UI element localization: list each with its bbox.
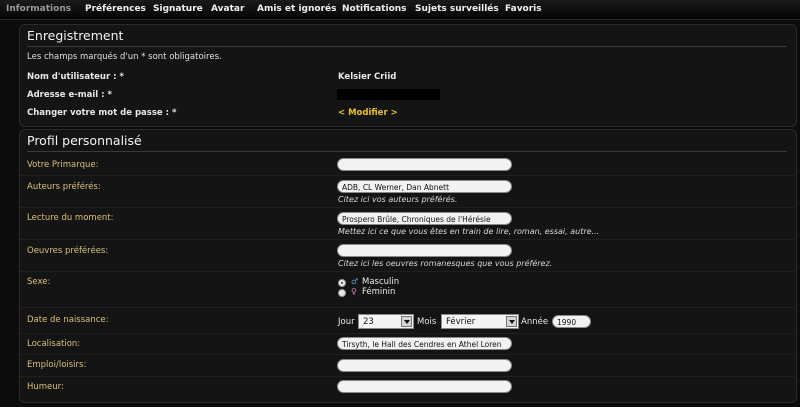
primarch-input[interactable] <box>337 158 512 171</box>
tab-friends-ignored[interactable]: Amis et ignorés <box>257 4 336 14</box>
row-separator <box>20 376 795 377</box>
registration-title: Enregistrement <box>27 28 124 43</box>
row-separator <box>20 239 795 240</box>
username-label: Nom d'utilisateur : * <box>27 72 124 82</box>
female-symbol-icon: ♀ <box>351 287 357 296</box>
tab-informations[interactable]: Informations <box>6 4 71 14</box>
reading-label: Lecture du moment: <box>27 213 114 223</box>
tab-preferences[interactable]: Préférences <box>85 4 146 14</box>
authors-help: Citez ici vos auteurs préférés. <box>338 195 458 204</box>
required-notice: Les champs marqués d'un * sont obligatoi… <box>27 52 222 62</box>
tab-watched-topics[interactable]: Sujets surveillés <box>415 4 499 14</box>
email-redacted <box>337 89 440 100</box>
sex-male-radio[interactable] <box>338 279 346 287</box>
male-symbol-icon: ♂ <box>351 277 359 286</box>
authors-label: Auteurs préférés: <box>27 182 101 192</box>
month-value: Février <box>446 317 476 327</box>
tab-avatar[interactable]: Avatar <box>211 4 244 14</box>
day-value: 23 <box>363 317 374 327</box>
username-value: Kelsier Criid <box>338 72 397 82</box>
sex-female-label[interactable]: Féminin <box>362 287 395 297</box>
email-label: Adresse e-mail : * <box>27 90 112 100</box>
row-separator <box>20 175 795 176</box>
reading-help: Mettez ici ce que vous êtes en train de … <box>338 227 600 236</box>
password-label: Changer votre mot de passe : * <box>27 108 177 118</box>
year-input[interactable]: 1990 <box>552 315 591 328</box>
row-separator <box>20 307 795 308</box>
profile-title: Profil personnalisé <box>27 133 142 148</box>
row-separator <box>20 207 795 208</box>
day-label: Jour <box>338 317 355 327</box>
chevron-down-icon[interactable] <box>506 316 517 327</box>
job-label: Emploi/loisirs: <box>27 360 87 370</box>
year-label: Année <box>521 317 549 327</box>
month-label: Mois <box>417 317 437 327</box>
chevron-down-icon[interactable] <box>401 316 412 327</box>
works-label: Oeuvres préférées: <box>27 246 109 256</box>
sex-male-label[interactable]: Masculin <box>362 277 399 287</box>
month-select[interactable]: Février <box>441 314 519 329</box>
location-input[interactable]: Tirsyth, le Hall des Cendres en Athel Lo… <box>337 337 512 350</box>
mood-label: Humeur: <box>27 382 64 392</box>
sex-label: Sexe: <box>27 277 51 287</box>
works-input[interactable] <box>337 244 512 257</box>
tab-notifications[interactable]: Notifications <box>342 4 407 14</box>
day-select[interactable]: 23 <box>358 314 414 329</box>
reading-input[interactable]: Prospero Brûle, Chroniques de l'Hérésie <box>337 212 512 225</box>
location-label: Localisation: <box>27 339 81 349</box>
mood-input[interactable] <box>337 380 512 393</box>
divider <box>27 151 787 152</box>
authors-input[interactable]: ADB, CL Werner, Dan Abnett <box>337 180 512 193</box>
sex-female-radio[interactable] <box>338 289 346 297</box>
divider <box>27 46 787 47</box>
row-separator <box>20 333 795 334</box>
tab-favorites[interactable]: Favoris <box>505 4 542 14</box>
birthdate-label: Date de naissance: <box>27 315 109 325</box>
works-help: Citez ici les oeuvres romanesques que vo… <box>338 259 553 268</box>
row-separator <box>20 271 795 272</box>
tab-signature[interactable]: Signature <box>153 4 203 14</box>
primarch-label: Votre Primarque: <box>27 160 99 170</box>
job-input[interactable] <box>337 359 512 372</box>
profile-tabs: Informations Préférences Signature Avata… <box>0 0 800 20</box>
modify-password-link[interactable]: < Modifier > <box>338 108 398 118</box>
row-separator <box>20 354 795 355</box>
